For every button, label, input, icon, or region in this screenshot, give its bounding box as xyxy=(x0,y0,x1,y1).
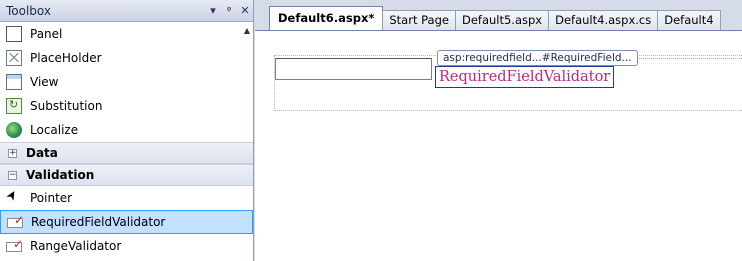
toolbox-panel: Toolbox ▾ ᵠ ✕ ▲ Panel PlaceHolder View S… xyxy=(0,0,254,261)
toolbox-item-placeholder[interactable]: PlaceHolder xyxy=(0,46,253,70)
toolbox-item-pointer[interactable]: Pointer xyxy=(0,186,253,210)
designer-area: Default6.aspx* Start Page Default5.aspx … xyxy=(255,0,742,261)
localize-globe-icon xyxy=(6,122,22,138)
toolbox-group-validation[interactable]: − Validation xyxy=(0,164,253,186)
tab-default5-aspx[interactable]: Default5.aspx xyxy=(454,10,550,30)
toolbox-group-label: Data xyxy=(26,146,58,160)
toolbox-item-panel[interactable]: Panel xyxy=(0,22,253,46)
toolbox-item-view[interactable]: View xyxy=(0,70,253,94)
toolbox-item-label: Localize xyxy=(30,123,79,137)
panel-icon xyxy=(6,26,22,42)
toolbox-item-label: Panel xyxy=(30,27,63,41)
toolbox-item-label: Pointer xyxy=(30,191,73,205)
placeholder-icon xyxy=(6,50,22,66)
toolbox-title: Toolbox xyxy=(6,3,51,18)
expand-icon[interactable]: + xyxy=(8,148,17,158)
toolbox-item-label: View xyxy=(30,75,59,89)
pin-icon[interactable]: ᵠ xyxy=(221,4,237,17)
visual-studio-window: Toolbox ▾ ᵠ ✕ ▲ Panel PlaceHolder View S… xyxy=(0,0,742,261)
tab-default6-aspx[interactable]: Default6.aspx* xyxy=(269,6,384,30)
view-icon xyxy=(6,74,22,90)
toolbox-item-localize[interactable]: Localize xyxy=(0,118,253,142)
toolbox-item-label: PlaceHolder xyxy=(30,51,102,65)
document-tabs: Default6.aspx* Start Page Default5.aspx … xyxy=(255,0,742,30)
tab-default4[interactable]: Default4 xyxy=(657,10,721,30)
toolbox-header: Toolbox ▾ ᵠ ✕ xyxy=(0,0,253,22)
close-icon[interactable]: ✕ xyxy=(237,4,253,17)
required-field-validator-icon xyxy=(7,213,24,230)
textbox-control[interactable] xyxy=(275,58,432,80)
design-surface[interactable]: asp:requiredfield...#RequiredField... Re… xyxy=(255,30,742,261)
range-validator-icon xyxy=(6,237,23,254)
toolbox-list: Panel PlaceHolder View Substitution Loca… xyxy=(0,22,253,261)
toolbox-item-requiredfieldvalidator[interactable]: RequiredFieldValidator xyxy=(0,210,253,234)
control-smart-tag: asp:requiredfield...#RequiredField... xyxy=(437,50,638,66)
toolbox-item-label: Substitution xyxy=(30,99,103,113)
collapse-icon[interactable]: − xyxy=(8,170,17,180)
toolbox-item-label: RequiredFieldValidator xyxy=(31,215,166,229)
dropdown-icon[interactable]: ▾ xyxy=(205,4,221,17)
toolbox-group-label: Validation xyxy=(26,168,95,182)
toolbox-item-substitution[interactable]: Substitution xyxy=(0,94,253,118)
toolbox-group-data[interactable]: + Data xyxy=(0,142,253,164)
required-field-validator-control[interactable]: RequiredFieldValidator xyxy=(435,66,615,88)
substitution-icon xyxy=(6,98,22,114)
toolbox-item-rangevalidator[interactable]: RangeValidator xyxy=(0,234,253,258)
pointer-icon xyxy=(6,190,22,206)
toolbox-item-label: RangeValidator xyxy=(30,239,122,253)
tab-default4-aspx-cs[interactable]: Default4.aspx.cs xyxy=(548,10,659,30)
tab-start-page[interactable]: Start Page xyxy=(382,10,456,30)
